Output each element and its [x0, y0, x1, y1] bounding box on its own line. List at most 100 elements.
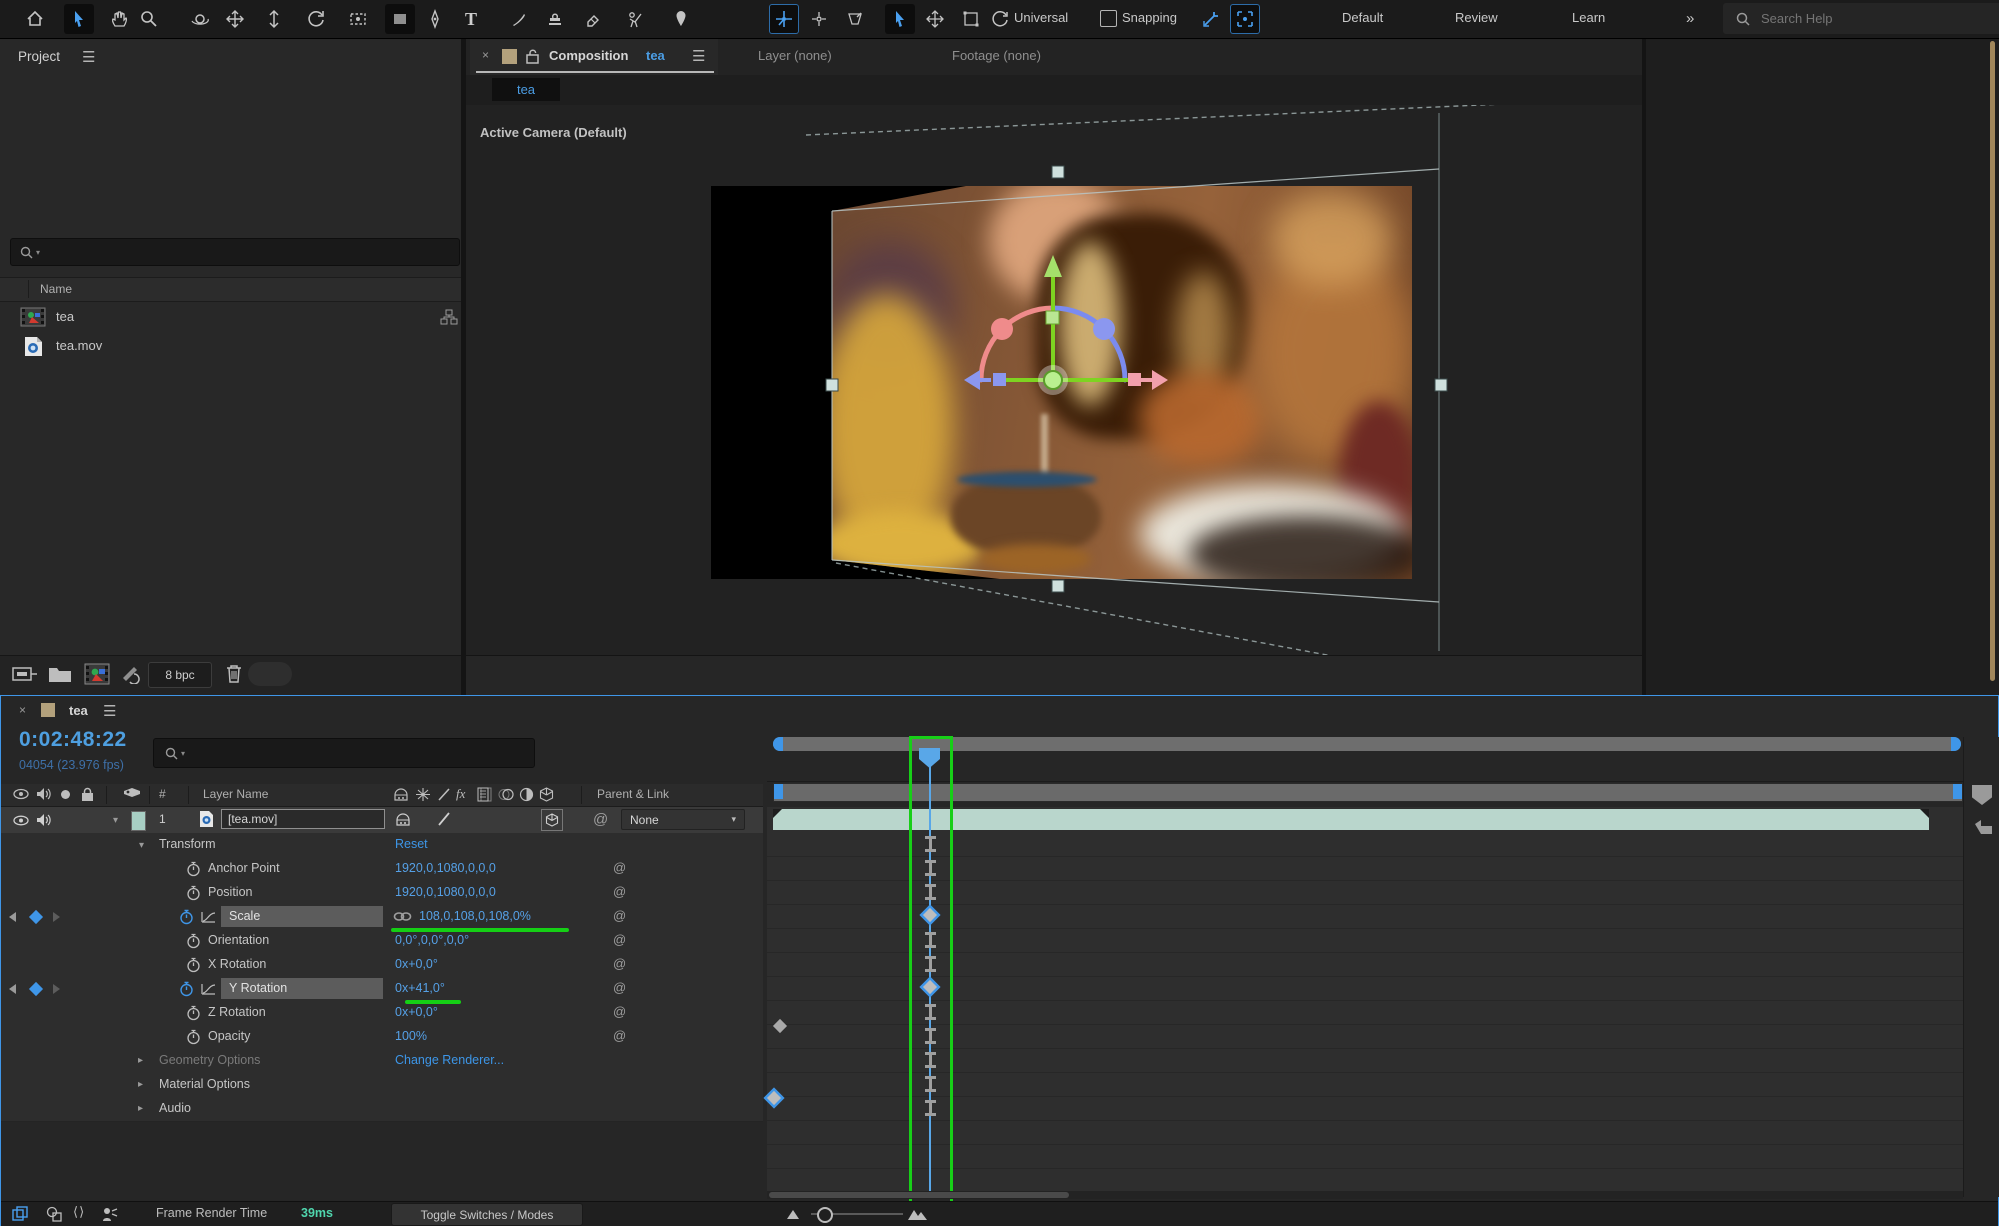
snapping-label[interactable]: Snapping [1122, 10, 1177, 25]
project-search-field[interactable]: ▾ [10, 238, 460, 266]
parent-pick-whip-icon[interactable]: @ [593, 811, 608, 828]
comp-button-icon[interactable] [1972, 819, 1994, 837]
layer-name-field[interactable]: [tea.mov] [221, 809, 385, 829]
camera-tool[interactable] [343, 4, 373, 34]
expand-in-out-icon[interactable]: ⟨⟩ [73, 1204, 85, 1220]
y-rotation-row[interactable]: Y Rotation 0x+41,0° @ [1, 977, 763, 1002]
scale-value[interactable]: 108,0,108,0,108,0% [419, 909, 531, 923]
x-rotation-value[interactable]: 0x+0,0° [395, 957, 438, 971]
add-keyframe-diamond[interactable] [29, 982, 43, 996]
tab-footage[interactable]: Footage (none) [952, 48, 1041, 63]
orientation-row[interactable]: Orientation 0,0°,0,0°,0,0° @ [1, 929, 763, 954]
stopwatch-icon[interactable] [186, 1029, 201, 1045]
gizmo-scale-mode[interactable] [956, 4, 986, 34]
name-column-header[interactable]: Name [40, 282, 72, 296]
work-area-start-handle[interactable] [774, 784, 783, 799]
workspace-tab-learn[interactable]: Learn [1572, 10, 1605, 25]
transform-reset-link[interactable]: Reset [395, 837, 428, 851]
snapping-checkbox[interactable] [1100, 10, 1117, 27]
zoom-tool[interactable] [134, 4, 164, 34]
gizmo-rotation-mode[interactable] [985, 4, 1015, 34]
layer-row-tea-mov[interactable]: ▾ 1 [tea.mov] @ None▾ [1, 807, 763, 834]
roto-brush-tool[interactable] [620, 4, 650, 34]
render-time-pane-icon[interactable] [101, 1205, 119, 1223]
project-item-tea[interactable]: tea [0, 303, 461, 332]
z-rotation-row[interactable]: Z Rotation 0x+0,0° @ [1, 1001, 763, 1026]
previous-keyframe-arrow[interactable] [9, 912, 16, 922]
y-rotation-value[interactable]: 0x+41,0° [395, 981, 445, 995]
previous-keyframe-arrow[interactable] [9, 984, 16, 994]
workspace-tab-default[interactable]: Default [1342, 10, 1383, 25]
property-pick-whip-icon[interactable]: @ [613, 1028, 626, 1043]
next-keyframe-arrow[interactable] [53, 912, 60, 922]
axis-mode-dropdown[interactable]: Universal [1014, 10, 1068, 25]
chevron-down-icon[interactable]: ▾ [139, 840, 144, 851]
layer-expand-chevron[interactable]: ▾ [113, 815, 118, 826]
add-keyframe-diamond[interactable] [29, 910, 43, 924]
home-tool[interactable] [20, 4, 50, 34]
position-value[interactable]: 1920,0,1080,0,0,0 [395, 885, 496, 899]
parent-dropdown[interactable]: None▾ [621, 809, 745, 830]
zoom-in-mountain-icon[interactable] [907, 1207, 929, 1221]
property-pick-whip-icon[interactable]: @ [613, 932, 626, 947]
dolly-camera-tool[interactable] [259, 4, 289, 34]
gizmo-position-mode[interactable] [920, 4, 950, 34]
layer-name-column-header[interactable]: Layer Name [203, 787, 268, 801]
type-tool[interactable]: T [456, 4, 486, 34]
timeline-h-scrollbar[interactable] [767, 1191, 1963, 1199]
stopwatch-icon-active[interactable] [179, 909, 194, 925]
stopwatch-icon[interactable] [186, 933, 201, 949]
anchor-point-value[interactable]: 1920,0,1080,0,0,0 [395, 861, 496, 875]
selection-tool[interactable] [64, 4, 94, 34]
x-rotation-row[interactable]: X Rotation 0x+0,0° @ [1, 953, 763, 978]
close-icon[interactable]: × [19, 703, 26, 717]
pan-camera-tool[interactable] [220, 4, 250, 34]
layer-3d-switch[interactable] [541, 809, 563, 831]
help-search[interactable] [1723, 3, 1999, 34]
time-navigator-start-handle[interactable] [773, 737, 783, 751]
property-pick-whip-icon[interactable]: @ [613, 908, 626, 923]
anchor-point-row[interactable]: Anchor Point 1920,0,1080,0,0,0 @ [1, 857, 763, 882]
z-rotation-value[interactable]: 0x+0,0° [395, 1005, 438, 1019]
layer-video-eye-icon[interactable] [13, 814, 29, 827]
opacity-row[interactable]: Opacity 100% @ [1, 1025, 763, 1050]
expand-layer-switches-icon[interactable] [11, 1205, 29, 1223]
new-folder-icon[interactable] [48, 664, 72, 684]
gizmo-selection-mode[interactable] [885, 4, 915, 34]
new-composition-icon[interactable] [84, 663, 110, 685]
tab-layer[interactable]: Layer (none) [758, 48, 832, 63]
stopwatch-icon[interactable] [186, 885, 201, 901]
orbit-camera-tool[interactable] [185, 4, 215, 34]
link-dimensions-icon[interactable] [393, 911, 412, 922]
timeline-tab-label[interactable]: tea [69, 703, 88, 718]
trash-icon[interactable] [224, 663, 244, 685]
work-area-end-handle[interactable] [1953, 784, 1962, 799]
close-icon[interactable]: × [482, 48, 489, 62]
rectangle-tool[interactable] [385, 4, 415, 34]
rotation-tool[interactable] [301, 4, 331, 34]
current-time-display[interactable]: 0:02:48:22 [19, 728, 127, 752]
property-pick-whip-icon[interactable]: @ [613, 956, 626, 971]
brush-tool[interactable] [504, 4, 534, 34]
orbit-scene-camera-tool[interactable] [804, 4, 834, 34]
composition-viewer[interactable]: Active Camera (Default) [466, 105, 1642, 655]
track-camera-tool[interactable] [840, 4, 870, 34]
transform-group-row[interactable]: ▾ Transform Reset [1, 833, 763, 858]
scale-row[interactable]: Scale 108,0,108,0,108,0% @ [1, 905, 763, 930]
chevron-right-icon[interactable]: ▸ [138, 1055, 143, 1066]
tab-composition-tea[interactable]: × Composition tea ☰ [470, 39, 718, 75]
comp-marker-bin-icon[interactable] [1972, 785, 1992, 805]
chevron-right-icon[interactable]: ▸ [138, 1103, 143, 1114]
stopwatch-icon[interactable] [186, 861, 201, 877]
material-options-row[interactable]: ▸ Material Options [1, 1073, 763, 1098]
pen-tool[interactable] [420, 4, 450, 34]
project-item-tea-mov[interactable]: tea.mov [0, 332, 461, 361]
lock-icon[interactable] [526, 48, 539, 64]
stopwatch-icon-active[interactable] [179, 981, 194, 997]
workspace-overflow-button[interactable]: » [1686, 10, 1694, 27]
property-pick-whip-icon[interactable]: @ [613, 1004, 626, 1019]
eraser-tool[interactable] [578, 4, 608, 34]
panel-menu-icon[interactable]: ☰ [103, 702, 116, 720]
color-depth-icon[interactable] [120, 664, 142, 684]
stopwatch-icon[interactable] [186, 1005, 201, 1021]
